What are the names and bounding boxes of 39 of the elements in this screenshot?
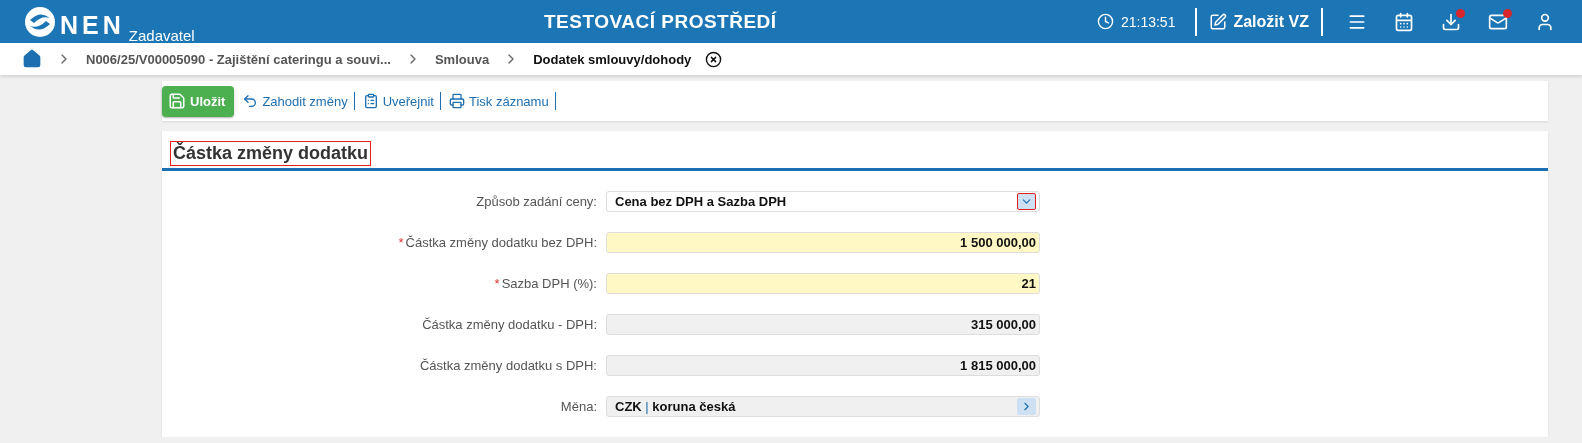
download-icon bbox=[1440, 11, 1461, 32]
required-mark: * bbox=[398, 235, 404, 250]
field-label: Částka změny dodatku s DPH: bbox=[418, 358, 597, 373]
edit-icon bbox=[1209, 12, 1228, 31]
field-label: Měna: bbox=[559, 399, 597, 414]
create-button[interactable]: Založit VZ bbox=[1207, 12, 1311, 31]
required-mark: * bbox=[494, 276, 500, 291]
open-button[interactable] bbox=[1017, 398, 1036, 415]
readonly-field: 315 000,00 bbox=[606, 314, 1040, 335]
toolbar-link[interactable]: Uveřejnit bbox=[360, 92, 441, 110]
field-label: *Částka změny dodatku bez DPH: bbox=[397, 235, 597, 250]
printer-icon bbox=[448, 93, 465, 109]
save-icon bbox=[168, 92, 186, 110]
clipboard-icon bbox=[362, 93, 379, 109]
environment-title: TESTOVACÍ PROSTŘEDÍ bbox=[543, 10, 778, 33]
clock-time: 21:13:51 bbox=[1120, 13, 1176, 30]
logo-icon bbox=[24, 5, 56, 38]
clock-icon bbox=[1096, 13, 1114, 30]
field-label: Způsob zadání ceny: bbox=[475, 194, 597, 209]
input-field[interactable]: 1 500 000,00 bbox=[606, 232, 1040, 253]
logo-text: NEN bbox=[60, 12, 125, 38]
logo-subtitle: Zadavatel bbox=[128, 26, 195, 44]
field-label: *Sazba DPH (%): bbox=[493, 276, 597, 291]
close-icon[interactable] bbox=[705, 50, 723, 68]
undo-icon bbox=[242, 93, 259, 109]
lookup-field[interactable]: CZK | koruna česká bbox=[606, 396, 1040, 417]
breadcrumb-link[interactable]: N006/25/V00005090 - Zajištění cateringu a souvi... bbox=[86, 51, 391, 67]
home-icon[interactable] bbox=[22, 49, 42, 69]
toolbar-link[interactable]: Zahodit změny bbox=[240, 92, 355, 110]
toolbar-link[interactable]: Tisk záznamu bbox=[446, 92, 556, 110]
select-field[interactable]: Cena bez DPH a Sazba DPH bbox=[606, 191, 1040, 212]
breadcrumb-link[interactable]: Smlouva bbox=[434, 51, 490, 67]
field-label: Částka změny dodatku - DPH: bbox=[421, 317, 597, 332]
input-field[interactable]: 21 bbox=[606, 273, 1040, 294]
section-title: Částka změny dodatku bbox=[170, 141, 372, 166]
readonly-field: 1 815 000,00 bbox=[606, 355, 1040, 376]
breadcrumb-link[interactable]: Dodatek smlouvy/dohody bbox=[533, 51, 692, 67]
calendar-icon bbox=[1393, 11, 1414, 32]
dropdown-button[interactable] bbox=[1017, 193, 1036, 210]
